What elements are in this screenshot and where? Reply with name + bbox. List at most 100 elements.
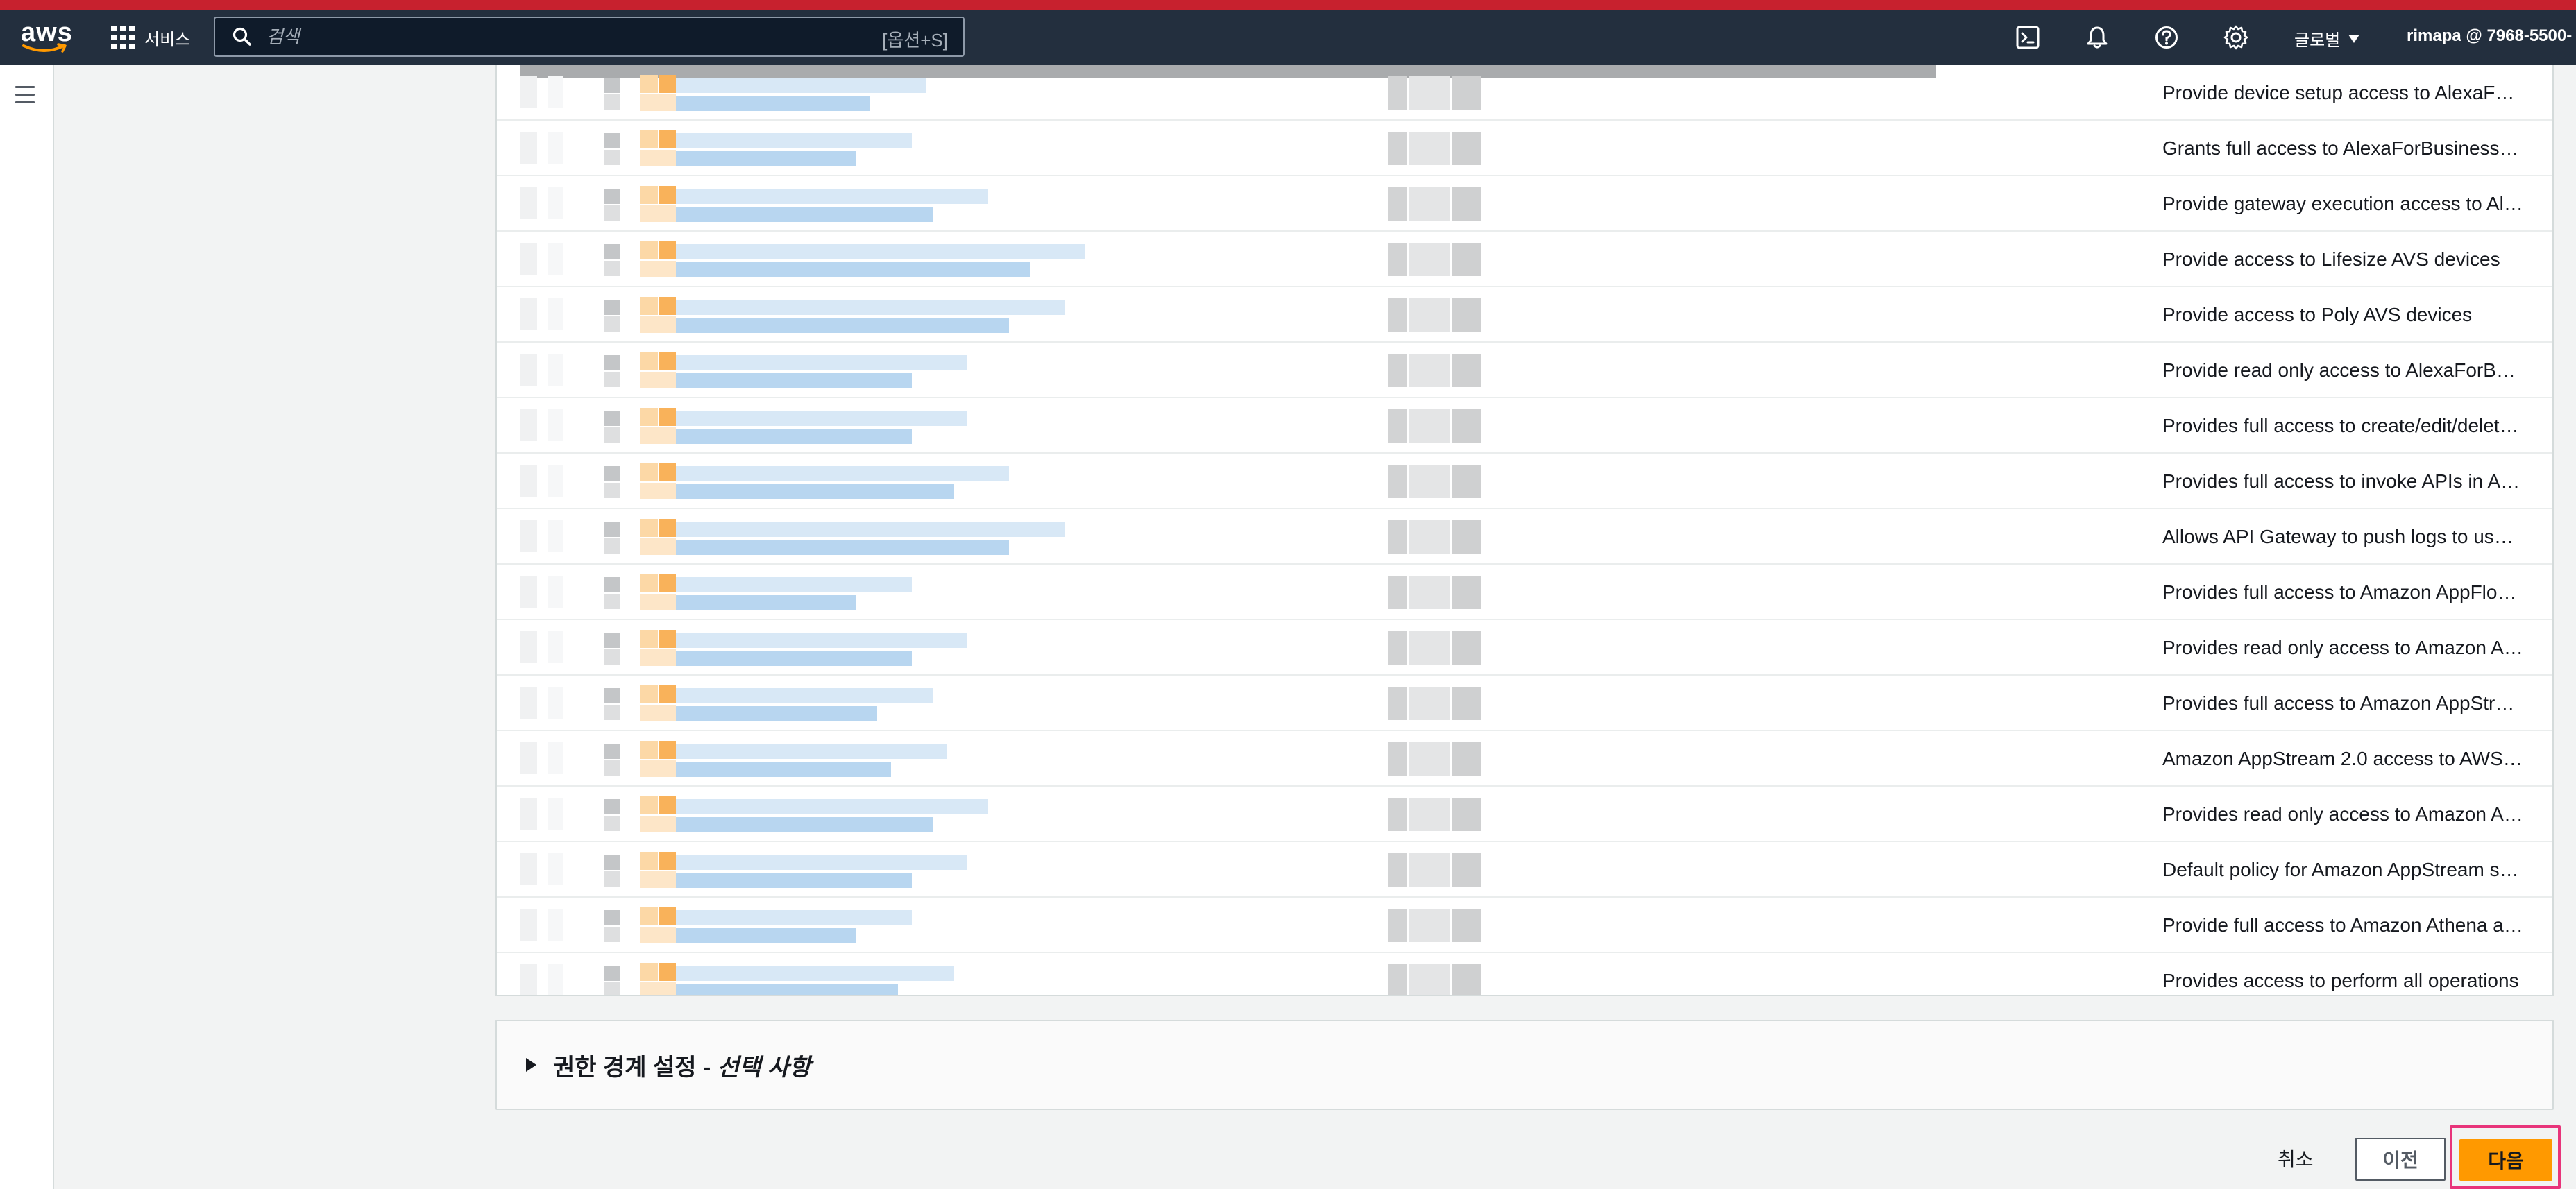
redacted-block (548, 132, 564, 164)
table-row[interactable]: Provides full access to create/edit/dele… (497, 398, 2552, 454)
redacted-block (640, 816, 676, 832)
redacted-block (676, 706, 877, 721)
redacted-block (640, 594, 676, 610)
redacted-block (640, 538, 676, 555)
redacted-block (640, 927, 676, 943)
previous-button[interactable]: 이전 (2355, 1138, 2446, 1181)
table-row[interactable]: Default policy for Amazon AppStream serv… (497, 842, 2552, 898)
redacted-cells (520, 791, 2200, 837)
redacted-block (1452, 909, 1481, 942)
caret-down-icon (2348, 34, 2360, 43)
hamburger-menu-icon[interactable] (15, 86, 37, 105)
policy-description: Allows API Gateway to push logs to user'… (2162, 526, 2523, 547)
permissions-boundary-section[interactable]: 권한 경계 설정 - 선택 사항 (495, 1020, 2554, 1110)
redacted-block (640, 94, 676, 111)
redacted-block (520, 187, 537, 219)
table-row[interactable]: Provide full access to Amazon Athena and… (497, 898, 2552, 953)
cancel-button[interactable]: 취소 (2278, 1145, 2314, 1172)
redacted-block (676, 910, 912, 925)
redacted-block (676, 928, 856, 943)
redacted-block (640, 186, 658, 204)
redacted-block (604, 927, 620, 942)
redacted-block (548, 964, 564, 995)
redacted-block (676, 411, 967, 426)
redacted-block (1388, 243, 1407, 276)
global-search[interactable]: [옵션+S] (214, 17, 965, 57)
redacted-block (548, 243, 564, 275)
cloudshell-button[interactable] (2014, 24, 2042, 51)
redacted-block (604, 316, 620, 332)
table-row[interactable]: Provides read only access to Amazon AppF… (497, 620, 2552, 676)
table-row[interactable]: Provide read only access to AlexaForBusi… (497, 343, 2552, 398)
redacted-block (640, 352, 658, 370)
redacted-block (604, 522, 620, 537)
redacted-block (659, 963, 676, 981)
table-row[interactable]: Provide access to Poly AVS devices (497, 287, 2552, 343)
redacted-block (1409, 798, 1450, 831)
search-input[interactable] (266, 26, 836, 48)
redacted-block (520, 576, 537, 608)
redacted-block (604, 855, 620, 870)
redacted-block (520, 742, 537, 774)
redacted-block (659, 75, 676, 93)
services-menu-button[interactable]: 서비스 (111, 24, 190, 51)
redacted-block (1409, 354, 1450, 387)
aws-logo[interactable]: aws (21, 17, 72, 58)
redacted-block (640, 372, 676, 388)
policy-description: Provide device setup access to AlexaForB… (2162, 82, 2523, 103)
redacted-block (640, 963, 658, 981)
redacted-block (604, 577, 620, 592)
redacted-block (604, 705, 620, 720)
redacted-block (659, 297, 676, 315)
redacted-block (1388, 964, 1407, 995)
redacted-block (1409, 76, 1450, 110)
redacted-block (1409, 909, 1450, 942)
region-selector[interactable]: 글로벌 (2294, 26, 2360, 51)
redacted-block (1409, 520, 1450, 554)
redacted-block (1388, 687, 1407, 720)
redacted-block (640, 463, 658, 481)
redacted-block (640, 852, 658, 870)
redacted-block (1388, 742, 1407, 776)
table-row[interactable]: Provides full access to invoke APIs in A… (497, 454, 2552, 509)
account-menu[interactable]: rimapa @ 7968-5500- (2407, 26, 2572, 46)
table-row[interactable]: Provides access to perform all operation… (497, 953, 2552, 995)
table-row[interactable]: Grants full access to AlexaForBusiness r… (497, 121, 2552, 176)
redacted-block (1452, 76, 1481, 110)
policy-table: Provide device setup access to AlexaForB… (495, 65, 2554, 996)
settings-button[interactable] (2222, 24, 2250, 51)
redacted-block (1452, 465, 1481, 498)
redacted-cells (520, 624, 2200, 670)
redacted-block (659, 907, 676, 925)
redacted-block (659, 130, 676, 148)
redacted-block (1409, 409, 1450, 443)
redacted-block (676, 78, 926, 93)
redacted-block (1452, 187, 1481, 221)
redacted-block (676, 466, 1009, 481)
redacted-block (548, 409, 564, 441)
table-row[interactable]: Allows API Gateway to push logs to user'… (497, 509, 2552, 565)
redacted-cells (520, 180, 2200, 226)
redacted-block (640, 427, 676, 444)
table-row[interactable]: Provide device setup access to AlexaForB… (497, 65, 2552, 121)
redacted-block (1388, 631, 1407, 665)
redacted-block (520, 465, 537, 497)
redacted-block (604, 799, 620, 814)
redacted-block (640, 907, 658, 925)
table-row[interactable]: Provides read only access to Amazon AppS… (497, 787, 2552, 842)
table-row[interactable]: Provides full access to Amazon AppFlow a… (497, 565, 2552, 620)
table-row[interactable]: Provide access to Lifesize AVS devices (497, 232, 2552, 287)
table-row[interactable]: Amazon AppStream 2.0 access to AWS Servi… (497, 731, 2552, 787)
redacted-block (659, 574, 676, 592)
help-button[interactable] (2153, 24, 2180, 51)
redacted-block (604, 466, 620, 481)
notifications-button[interactable] (2083, 24, 2111, 51)
redacted-block (676, 817, 933, 832)
next-button[interactable]: 다음 (2459, 1139, 2552, 1181)
policy-description: Provide full access to Amazon Athena and… (2162, 914, 2523, 936)
table-row[interactable]: Provide gateway execution access to Alex… (497, 176, 2552, 232)
redacted-block (640, 705, 676, 721)
redacted-block (548, 631, 564, 663)
redacted-block (604, 982, 620, 995)
table-row[interactable]: Provides full access to Amazon AppStream… (497, 676, 2552, 731)
